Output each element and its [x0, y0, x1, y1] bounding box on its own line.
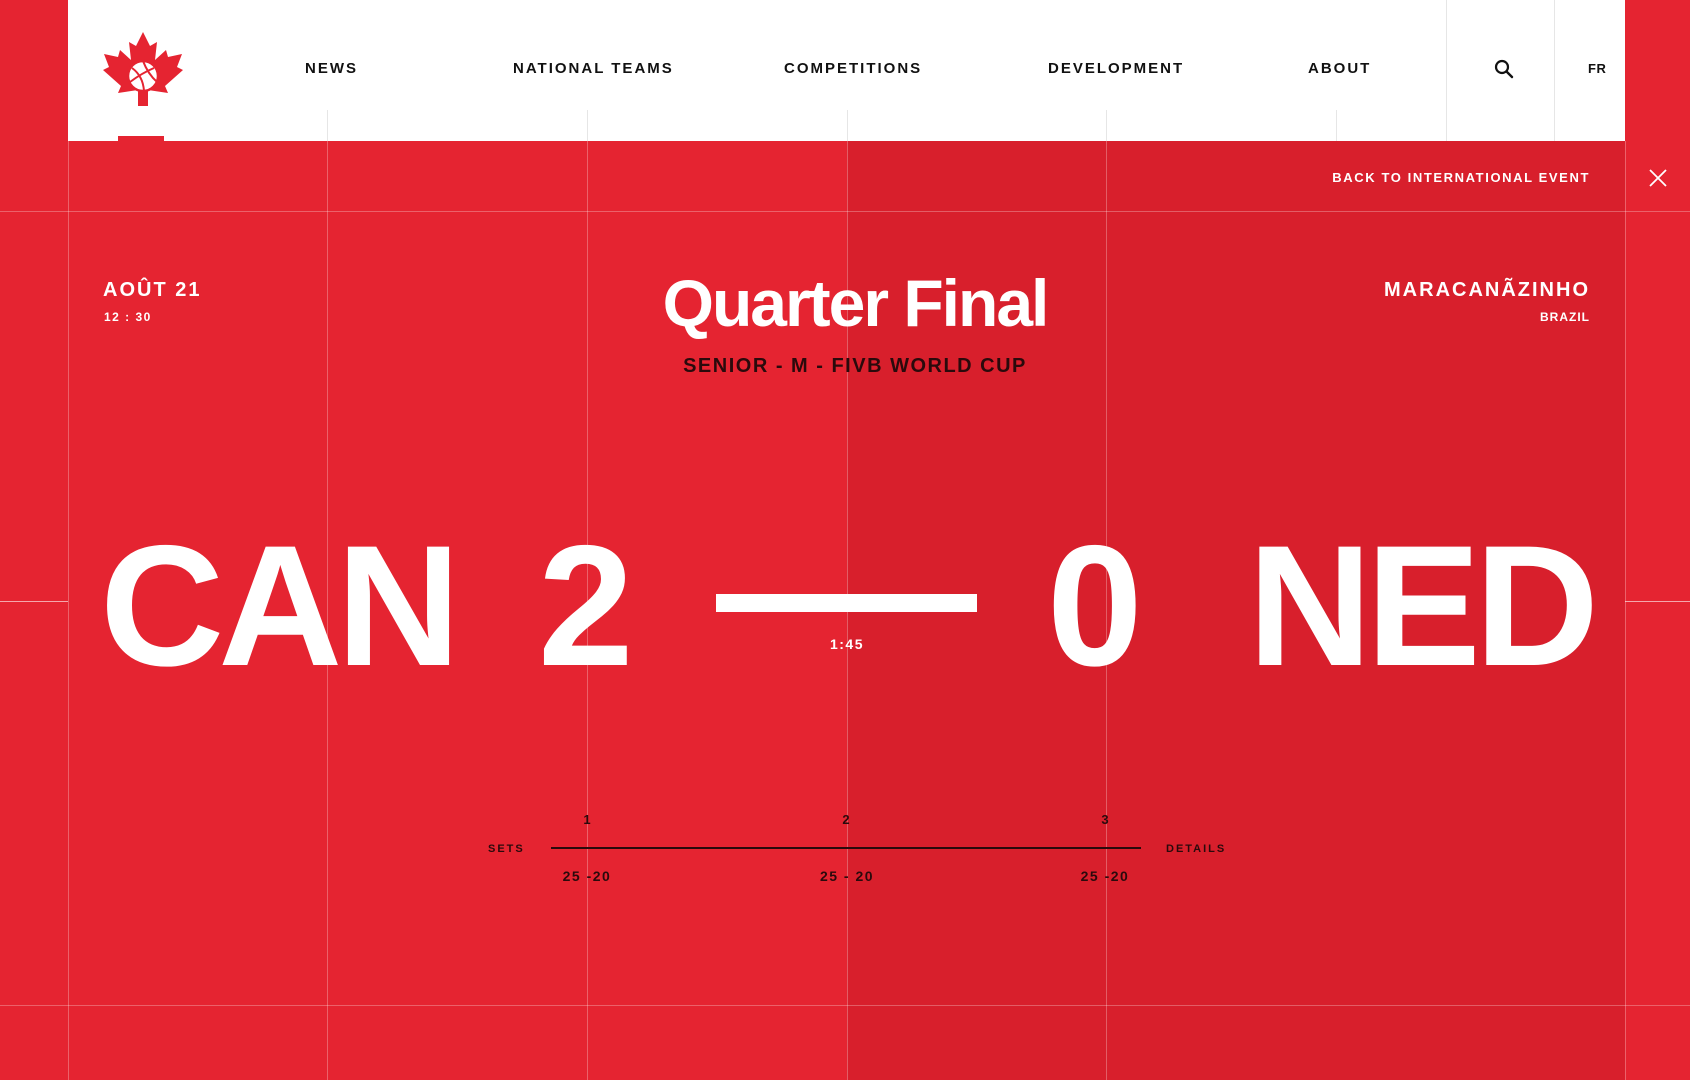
match-venue: MARACANÃZINHO — [1384, 279, 1590, 301]
header-divider — [1336, 110, 1337, 141]
match-time: 12 : 30 — [104, 310, 152, 324]
nav-item-competitions[interactable]: COMPETITIONS — [784, 60, 922, 77]
header-divider — [1106, 110, 1107, 141]
nav-item-development[interactable]: DEVELOPMENT — [1048, 60, 1184, 77]
active-indicator — [118, 136, 164, 141]
header-divider — [1446, 0, 1447, 141]
site-header: NEWS NATIONAL TEAMS COMPETITIONS DEVELOP… — [68, 0, 1625, 141]
competition-subtitle: SENIOR - M - FIVB WORLD CUP — [683, 355, 1027, 377]
nav-item-national-teams[interactable]: NATIONAL TEAMS — [513, 60, 674, 77]
close-icon[interactable] — [1649, 169, 1667, 187]
nav-item-about[interactable]: ABOUT — [1308, 60, 1371, 77]
center-mark-left — [0, 601, 68, 602]
set-score: 25 -20 — [1080, 868, 1130, 884]
grid-line — [68, 141, 69, 1080]
home-score: 2 — [538, 510, 634, 702]
round-title: Quarter Final — [662, 266, 1050, 340]
header-divider — [587, 110, 588, 141]
set-number: 2 — [842, 812, 850, 827]
back-to-event-link[interactable]: BACK TO INTERNATIONAL EVENT — [1332, 170, 1590, 185]
language-switch[interactable]: FR — [1588, 61, 1606, 76]
details-link[interactable]: DETAILS — [1166, 843, 1226, 855]
set-number: 3 — [1101, 812, 1109, 827]
nav-item-news[interactable]: NEWS — [305, 60, 358, 77]
grid-line — [1625, 141, 1626, 1080]
header-divider — [327, 110, 328, 141]
sets-timeline — [551, 847, 1141, 849]
search-icon[interactable] — [1492, 57, 1516, 81]
header-divider — [847, 110, 848, 141]
score-separator — [716, 594, 977, 612]
set-score: 25 - 20 — [819, 868, 875, 884]
set-score: 25 -20 — [562, 868, 612, 884]
grid-line — [0, 1005, 1690, 1006]
grid-line — [0, 211, 1690, 212]
away-score: 0 — [1047, 510, 1143, 702]
home-team-code: CAN — [100, 510, 461, 702]
match-country: BRAZIL — [1540, 310, 1590, 324]
maple-leaf-logo-icon[interactable] — [102, 30, 184, 108]
away-team-code: NED — [1247, 510, 1599, 702]
match-duration: 1:45 — [829, 636, 865, 652]
center-mark-right — [1625, 601, 1690, 602]
set-number: 1 — [583, 812, 591, 827]
header-divider — [1554, 0, 1555, 141]
sets-label: SETS — [488, 843, 525, 855]
match-date: AOÛT 21 — [103, 279, 202, 301]
